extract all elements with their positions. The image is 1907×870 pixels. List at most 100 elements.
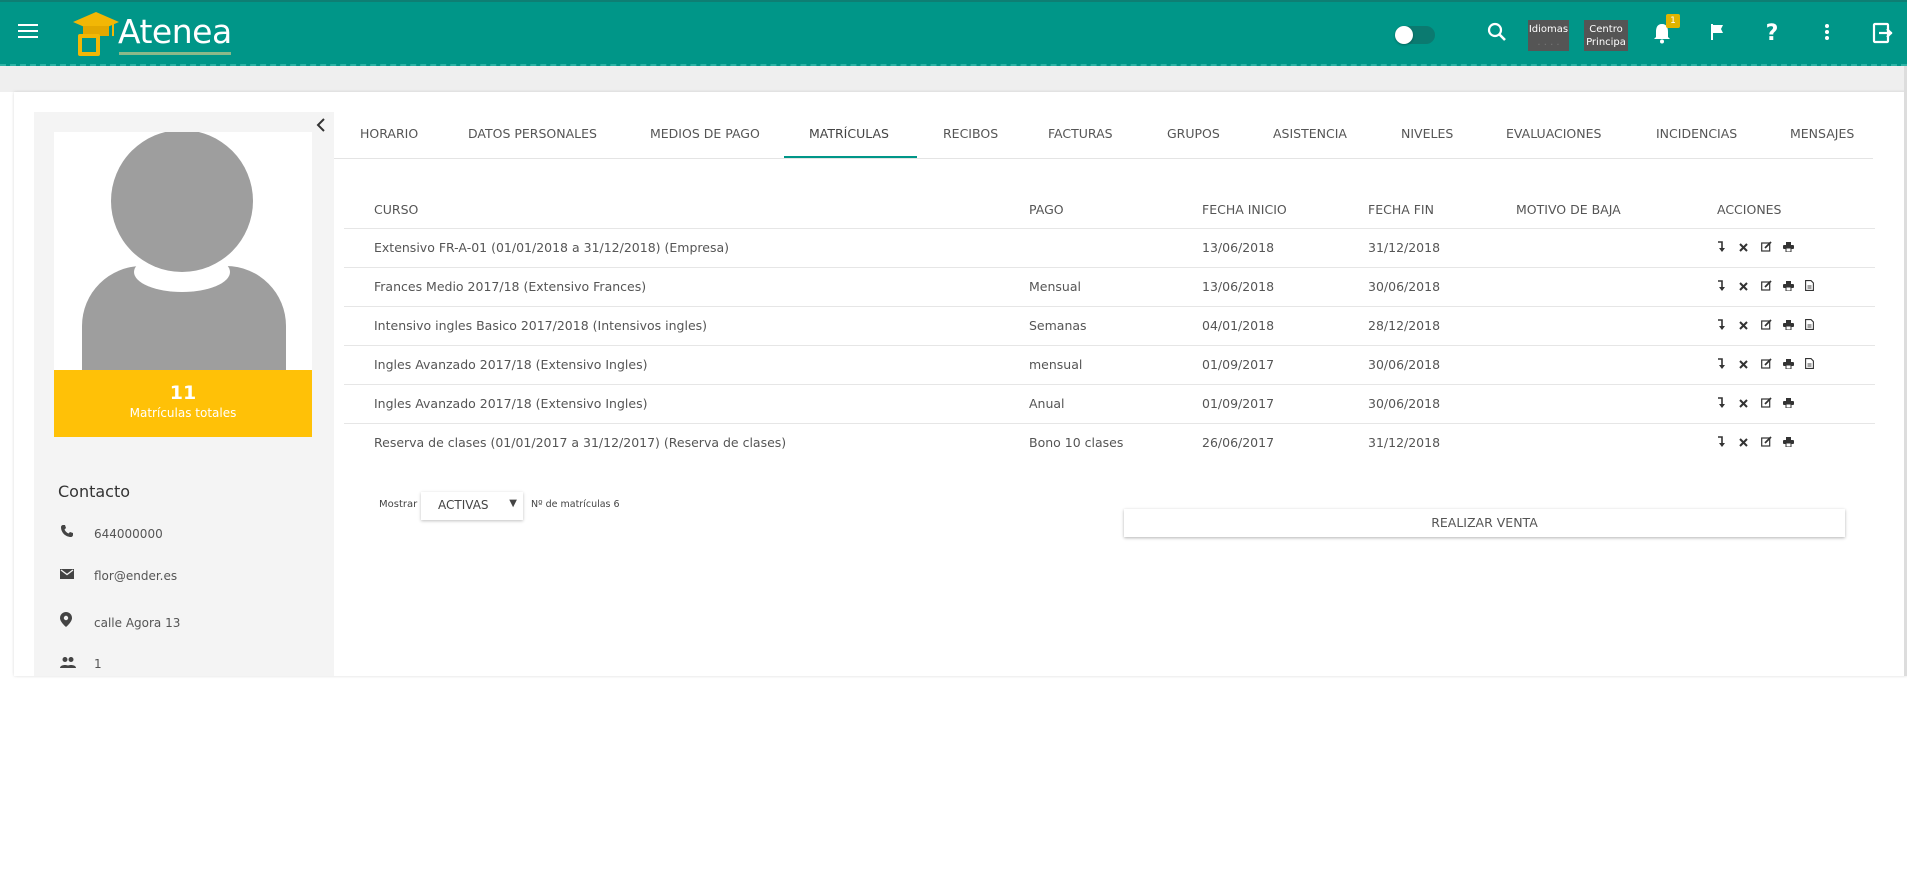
logo[interactable]: Atenea: [73, 10, 243, 60]
theme-toggle[interactable]: [1395, 26, 1435, 44]
edit-icon[interactable]: [1761, 397, 1783, 411]
phone-value: 644000000: [94, 527, 163, 541]
centro-selector-chip[interactable]: Centro Principa: [1584, 20, 1628, 51]
move-icon[interactable]: [1717, 241, 1739, 255]
app-name: Atenea: [118, 12, 232, 51]
chip-idiomas-value: . . . .: [1537, 37, 1560, 48]
language-selector-chip[interactable]: Idiomas . . . .: [1528, 20, 1569, 51]
tab-horario[interactable]: HORARIO: [360, 126, 418, 141]
edit-icon[interactable]: [1761, 358, 1783, 372]
delete-icon[interactable]: [1739, 437, 1761, 450]
move-icon[interactable]: [1717, 397, 1739, 411]
move-icon[interactable]: [1717, 358, 1739, 372]
chevron-left-icon[interactable]: [316, 116, 326, 137]
move-icon[interactable]: [1717, 280, 1739, 294]
tab-incidencias[interactable]: INCIDENCIAS: [1656, 126, 1737, 141]
cell-pago: Semanas: [999, 305, 1172, 345]
print-icon[interactable]: [1783, 359, 1805, 372]
cell-fecha-fin: 28/12/2018: [1338, 305, 1486, 345]
cell-fecha-inicio: 01/09/2017: [1172, 383, 1338, 423]
search-icon[interactable]: [1485, 22, 1509, 46]
tab-niveles[interactable]: NIVELES: [1401, 126, 1453, 141]
cell-motivo-baja: [1486, 227, 1687, 267]
print-icon[interactable]: [1783, 320, 1805, 333]
email-value: flor@ender.es: [94, 569, 178, 583]
tab-asistencia[interactable]: ASISTENCIA: [1273, 126, 1347, 141]
cell-fecha-inicio: 01/09/2017: [1172, 344, 1338, 384]
tab-evaluaciones[interactable]: EVALUACIONES: [1506, 126, 1601, 141]
contact-email: flor@ender.es: [60, 568, 177, 584]
delete-icon[interactable]: [1739, 281, 1761, 294]
move-icon[interactable]: [1717, 436, 1739, 450]
tab-recibos[interactable]: RECIBOS: [943, 126, 998, 141]
total-enrollments-count: 11: [169, 382, 197, 404]
table-row: Intensivo ingles Basico 2017/2018 (Inten…: [344, 305, 1875, 345]
status-filter-select[interactable]: ACTIVAS ▼: [421, 492, 523, 520]
tab-matriculas[interactable]: MATRÍCULAS: [809, 126, 889, 141]
chip-centro-line2: Principa: [1586, 37, 1626, 48]
cell-fecha-fin: 30/06/2018: [1338, 344, 1486, 384]
table-header-row: CURSO PAGO FECHA INICIO FECHA FIN MOTIVO…: [344, 192, 1875, 228]
edit-icon[interactable]: [1761, 241, 1783, 255]
move-icon[interactable]: [1717, 319, 1739, 333]
col-fecha-fin: FECHA FIN: [1368, 202, 1434, 218]
tab-medios-de-pago[interactable]: MEDIOS DE PAGO: [650, 126, 760, 141]
delete-icon[interactable]: [1739, 320, 1761, 333]
delete-icon[interactable]: [1739, 398, 1761, 411]
cell-fecha-fin: 31/12/2018: [1338, 422, 1486, 462]
status-filter-value: ACTIVAS: [438, 498, 489, 512]
col-pago: PAGO: [1029, 202, 1064, 218]
print-icon[interactable]: [1783, 281, 1805, 294]
group-value: 1: [94, 657, 102, 671]
tab-grupos[interactable]: GRUPOS: [1167, 126, 1220, 141]
help-icon[interactable]: ?: [1760, 22, 1784, 46]
cell-motivo-baja: [1486, 344, 1687, 384]
cell-acciones: [1687, 422, 1875, 462]
pdf-icon[interactable]: [1805, 358, 1827, 372]
show-label: Mostrar: [379, 499, 418, 510]
cell-acciones: [1687, 344, 1875, 384]
col-fecha-inicio: FECHA INICIO: [1202, 202, 1287, 218]
edit-icon[interactable]: [1761, 436, 1783, 450]
email-icon: [60, 568, 80, 584]
cell-curso: Frances Medio 2017/18 (Extensivo Frances…: [344, 266, 999, 306]
tab-mensajes[interactable]: MENSAJES: [1790, 126, 1854, 141]
menu-icon[interactable]: [18, 24, 38, 40]
tab-facturas[interactable]: FACTURAS: [1048, 126, 1113, 141]
location-pin-icon: [60, 612, 80, 631]
delete-icon[interactable]: [1739, 359, 1761, 372]
active-tab-indicator: [784, 156, 917, 158]
people-icon: [60, 656, 80, 672]
cell-acciones: [1687, 383, 1875, 423]
edit-icon[interactable]: [1761, 280, 1783, 294]
cell-pago: Anual: [999, 383, 1172, 423]
delete-icon[interactable]: [1739, 242, 1761, 255]
avatar: [54, 132, 312, 370]
cell-pago: Mensual: [999, 266, 1172, 306]
table-row: Extensivo FR-A-01 (01/01/2018 a 31/12/20…: [344, 227, 1875, 267]
phone-icon: [60, 524, 80, 542]
flag-icon[interactable]: [1705, 22, 1729, 46]
caret-down-icon: ▼: [509, 498, 517, 509]
chip-idiomas-label: Idiomas: [1528, 24, 1569, 35]
cell-curso: Ingles Avanzado 2017/18 (Extensivo Ingle…: [344, 383, 999, 423]
edit-icon[interactable]: [1761, 319, 1783, 333]
cell-motivo-baja: [1486, 305, 1687, 345]
logout-icon[interactable]: [1870, 22, 1894, 46]
cell-curso: Intensivo ingles Basico 2017/2018 (Inten…: [344, 305, 999, 345]
cell-fecha-fin: 31/12/2018: [1338, 227, 1486, 267]
pdf-icon[interactable]: [1805, 319, 1827, 333]
cell-fecha-inicio: 04/01/2018: [1172, 305, 1338, 345]
tab-datos-personales[interactable]: DATOS PERSONALES: [468, 126, 597, 141]
print-icon[interactable]: [1783, 242, 1805, 255]
col-acciones: ACCIONES: [1717, 202, 1782, 218]
realizar-venta-button[interactable]: REALIZAR VENTA: [1124, 509, 1845, 537]
more-vert-icon[interactable]: [1815, 22, 1839, 46]
cell-fecha-inicio: 26/06/2017: [1172, 422, 1338, 462]
print-icon[interactable]: [1783, 437, 1805, 450]
print-icon[interactable]: [1783, 398, 1805, 411]
cell-acciones: [1687, 227, 1875, 267]
cell-motivo-baja: [1486, 422, 1687, 462]
pdf-icon[interactable]: [1805, 280, 1827, 294]
cell-acciones: [1687, 305, 1875, 345]
